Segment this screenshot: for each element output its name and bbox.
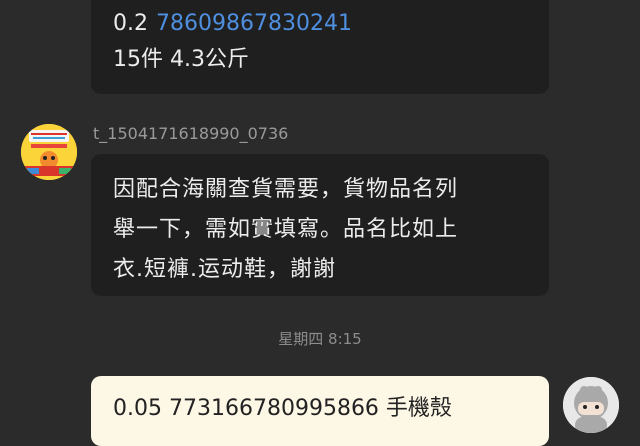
incoming-message-bubble[interactable]: 因配合海關查貨需要，貨物品名列 舉一下，需如實填寫。品名比如上 衣.短褲.运动鞋… (91, 154, 549, 296)
message-line: 因配合海關查貨需要，貨物品名列 (113, 177, 459, 202)
cartoon-shop-avatar-icon[interactable] (21, 124, 77, 180)
message-line: 0.05 773166780995866 手機殼 (113, 396, 452, 421)
message-line: 舉一下，需如實填寫。品名比如上 (113, 217, 459, 242)
sender-name: t_1504171618990_0736 (93, 124, 289, 143)
outgoing-message-bubble[interactable]: 0.05 773166780995866 手機殼 (91, 376, 549, 446)
message-timestamp: 星期四 8:15 (278, 330, 362, 348)
hooded-character-avatar-icon[interactable] (563, 377, 619, 433)
tracking-number-link[interactable]: 78609867830241 (156, 11, 352, 36)
message-value: 0.2 (113, 11, 148, 36)
message-line: 衣.短褲.运动鞋，謝謝 (113, 257, 336, 282)
message-line: 15件 4.3公斤 (113, 47, 249, 72)
message-line: 0.2 78609867830241 (113, 6, 549, 42)
incoming-message-bubble[interactable]: 0.2 78609867830241 15件 4.3公斤 (91, 0, 549, 94)
